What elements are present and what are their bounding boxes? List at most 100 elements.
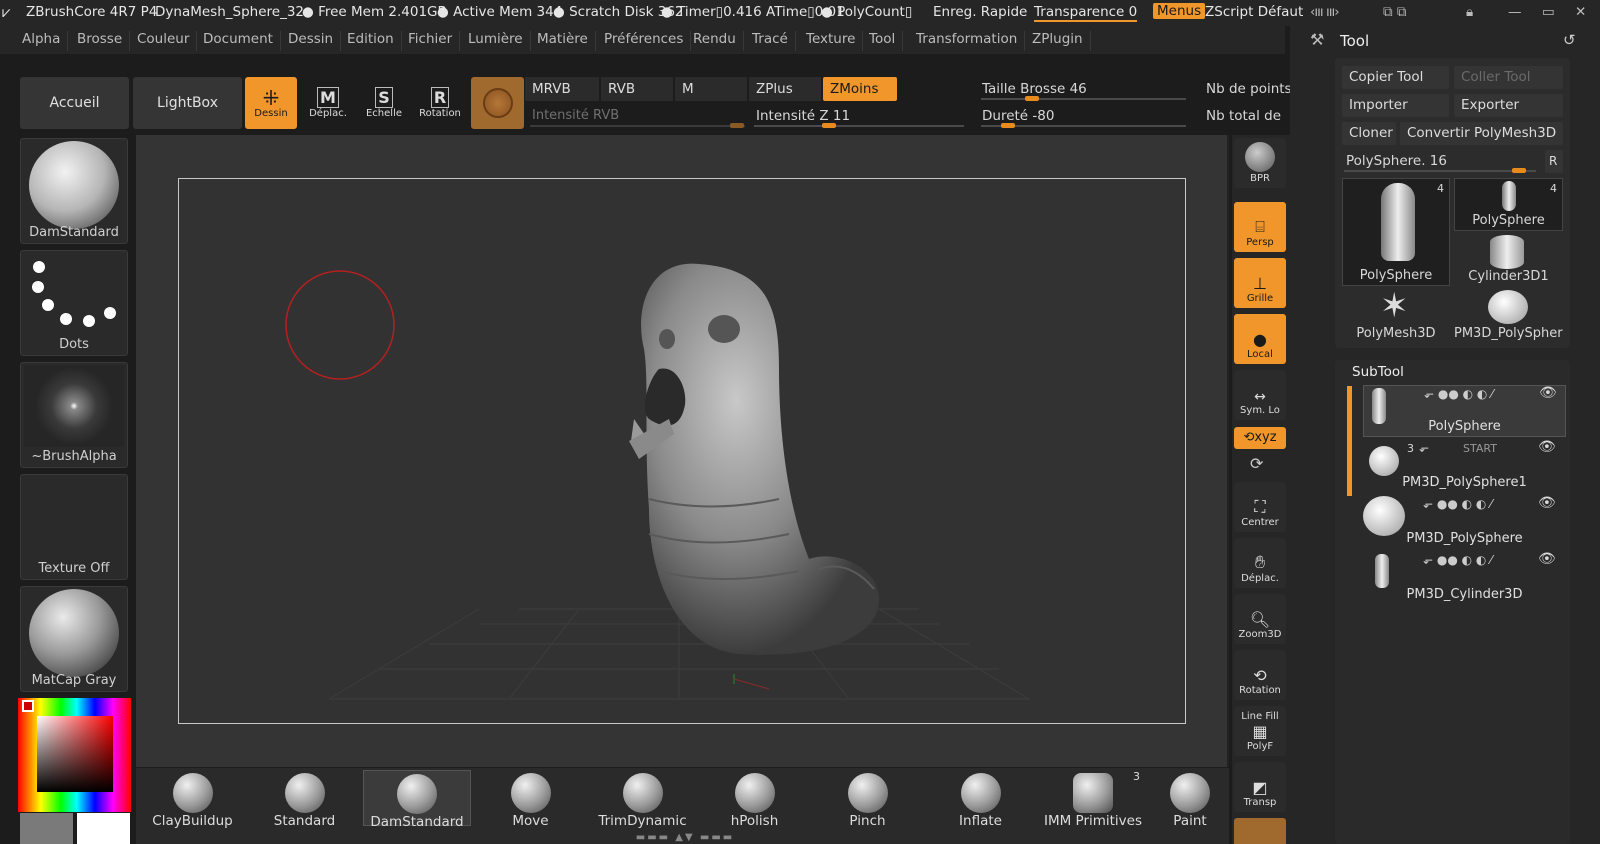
eye-icon[interactable]: 👁︎ <box>1538 495 1556 511</box>
xyz-button[interactable]: ⟲xyz <box>1234 427 1286 449</box>
subtool-row-pm3d-polysphere1[interactable]: 3 ⬐ START 👁︎ PM3D_PolySphere1 <box>1363 439 1566 492</box>
quick-save-button[interactable]: Enreg. Rapide <box>933 4 1027 20</box>
brush-selector[interactable]: DamStandard <box>20 138 128 244</box>
brush-trimdynamic[interactable]: TrimDynamic <box>590 770 695 829</box>
tool-thumb-polysphere-2[interactable]: 4 PolySphere <box>1454 178 1563 231</box>
secondary-color-swatch[interactable] <box>20 813 73 844</box>
window-layout-icon[interactable]: ⧉ ⧉ <box>1383 4 1407 20</box>
menus-toggle[interactable]: Menus <box>1153 3 1206 19</box>
transparency-slider[interactable]: Transparence 0 <box>1034 4 1138 22</box>
menu-preferences[interactable]: Préférences <box>597 31 692 51</box>
export-button[interactable]: Exporter <box>1454 94 1563 117</box>
material-swatch-button[interactable] <box>471 77 524 129</box>
brush-standard[interactable]: Standard <box>252 770 357 829</box>
alpha-selector[interactable]: ~BrushAlpha <box>20 362 128 468</box>
menu-matiere[interactable]: Matière <box>530 31 596 51</box>
menu-couleur[interactable]: Couleur <box>130 31 198 51</box>
subtool-title[interactable]: SubTool <box>1352 364 1404 380</box>
tool-thumb-cylinder3d1[interactable]: Cylinder3D1 <box>1454 233 1563 286</box>
move-mode-button[interactable]: M Déplac. <box>302 77 354 129</box>
menu-alpha[interactable]: Alpha <box>15 31 69 51</box>
tool-thumb-polymesh3d[interactable]: ✶ PolyMesh3D <box>1342 286 1450 343</box>
subtool-scroll-indicator[interactable] <box>1347 386 1352 496</box>
shelf-scroll-handle[interactable]: ▬▬▬ ▲▼ ▬▬▬ <box>610 832 760 843</box>
zsub-toggle[interactable]: ZMoins <box>823 77 897 101</box>
main-color-swatch[interactable] <box>77 813 130 844</box>
menu-texture[interactable]: Texture <box>799 31 864 51</box>
polyframe-button[interactable]: Line Fill ▦ PolyF <box>1234 706 1286 756</box>
polysphere-slider[interactable]: PolySphere. 16 <box>1342 150 1542 173</box>
bpr-button[interactable]: BPR <box>1234 138 1286 188</box>
eye-icon[interactable]: 👁︎ <box>1538 439 1556 455</box>
frame-button[interactable]: ⛶ Centrer <box>1234 482 1286 532</box>
zoom-view-button[interactable]: 🔍︎ Zoom3D <box>1234 594 1286 644</box>
scale-mode-button[interactable]: S Echelle <box>358 77 410 129</box>
menu-transformation[interactable]: Transformation <box>909 31 1026 51</box>
color-picker[interactable] <box>18 698 131 812</box>
local-symmetry-button[interactable]: ↔ Sym. Lo <box>1234 370 1286 420</box>
lock-icon[interactable]: 🔒︎ <box>1466 4 1473 20</box>
rotate-y-icon[interactable]: ⟳ <box>1250 454 1263 473</box>
reset-icon[interactable]: ↺ <box>1563 31 1576 49</box>
menu-zplugin[interactable]: ZPlugin <box>1025 31 1091 51</box>
subtool-arrow-icon[interactable]: ⬐ <box>1419 441 1429 455</box>
clone-button[interactable]: Cloner <box>1342 122 1396 145</box>
menu-tool[interactable]: Tool <box>862 31 904 51</box>
brush-imm-primitives[interactable]: IMM Primitives 3 <box>1038 770 1148 829</box>
hardness-slider[interactable]: Dureté -80 <box>978 104 1190 128</box>
move-view-button[interactable]: ✋︎ Déplac. <box>1234 538 1286 588</box>
z-intensity-slider[interactable]: Intensité Z 11 <box>749 104 967 128</box>
mrgb-toggle[interactable]: MRVB <box>525 77 599 101</box>
r-button[interactable]: R <box>1545 150 1563 173</box>
menu-trace[interactable]: Tracé <box>745 31 796 51</box>
texture-selector[interactable]: Texture Off <box>20 474 128 580</box>
menu-lumiere[interactable]: Lumière <box>461 31 531 51</box>
brush-size-slider[interactable]: Taille Brosse 46 <box>978 77 1190 101</box>
eye-icon[interactable]: 👁︎ <box>1538 551 1556 567</box>
subtool-controls-icon[interactable]: ⬐ ●● ◐ ◐ ⁄ <box>1423 497 1492 511</box>
brush-claybuildup[interactable]: ClayBuildup <box>140 770 245 829</box>
home-button[interactable]: Accueil <box>20 77 129 129</box>
menu-fichier[interactable]: Fichier <box>401 31 461 51</box>
menu-document[interactable]: Document <box>196 31 281 51</box>
rotate-view-button[interactable]: ⟲ Rotation <box>1234 650 1286 700</box>
rgb-intensity-slider[interactable]: Intensité RVB <box>525 104 747 128</box>
subtool-row-pm3d-cylinder3d[interactable]: ⬐ ●● ◐ ◐ ⁄ 👁︎ PM3D_Cylinder3D <box>1363 551 1566 604</box>
persp-button[interactable]: ⌸ Persp <box>1234 202 1286 252</box>
zscript-default[interactable]: ZScript Défaut <box>1205 4 1303 20</box>
maximize-icon[interactable]: ▭ <box>1542 4 1555 20</box>
brush-move[interactable]: Move <box>478 770 583 829</box>
tool-thumb-pm3d-polysphere[interactable]: PM3D_PolySphere <box>1454 290 1563 343</box>
paste-tool-button[interactable]: Coller Tool <box>1454 66 1563 89</box>
eye-icon[interactable]: 👁︎ <box>1539 385 1557 401</box>
transparency-button[interactable]: ◩ Transp <box>1234 762 1286 812</box>
close-icon[interactable]: ✕ <box>1575 4 1586 20</box>
tool-thumb-polysphere[interactable]: 4 PolySphere <box>1342 178 1450 286</box>
subtool-row-polysphere[interactable]: ⬐ ●● ◐ ◐ ⁄ 👁︎ PolySphere <box>1363 385 1566 437</box>
layout-left-icon[interactable]: ‹ııı ııı› <box>1310 4 1340 20</box>
ghost-button[interactable] <box>1234 818 1286 844</box>
subtool-controls-icon[interactable]: ⬐ ●● ◐ ◐ ⁄ <box>1424 387 1493 401</box>
brush-pinch[interactable]: Pinch <box>815 770 920 829</box>
draw-mode-button[interactable]: ⁜ Dessin <box>245 77 297 129</box>
lightbox-button[interactable]: LightBox <box>133 77 242 129</box>
menu-edition[interactable]: Edition <box>340 31 402 51</box>
subtool-controls-icon[interactable]: ⬐ ●● ◐ ◐ ⁄ <box>1423 553 1492 567</box>
brush-inflate[interactable]: Inflate <box>928 770 1033 829</box>
color-saturation-square[interactable] <box>37 716 113 792</box>
material-selector[interactable]: MatCap Gray <box>20 586 128 692</box>
viewport[interactable] <box>136 135 1229 767</box>
local-button[interactable]: ● Local <box>1234 314 1286 364</box>
menu-rendu[interactable]: Rendu <box>686 31 744 51</box>
copy-tool-button[interactable]: Copier Tool <box>1342 66 1449 89</box>
rotate-mode-button[interactable]: R Rotation <box>414 77 466 129</box>
subtool-row-pm3d-polysphere[interactable]: ⬐ ●● ◐ ◐ ⁄ 👁︎ PM3D_PolySphere <box>1363 495 1566 548</box>
stroke-selector[interactable]: Dots <box>20 250 128 356</box>
rgb-toggle[interactable]: RVB <box>601 77 673 101</box>
floor-grid-button[interactable]: ⊥ Grille <box>1234 258 1286 308</box>
brush-hpolish[interactable]: hPolish <box>702 770 807 829</box>
import-button[interactable]: Importer <box>1342 94 1449 117</box>
menu-brosse[interactable]: Brosse <box>70 31 131 51</box>
make-polymesh-button[interactable]: Convertir PolyMesh3D <box>1400 122 1563 145</box>
zadd-toggle[interactable]: ZPlus <box>749 77 821 101</box>
